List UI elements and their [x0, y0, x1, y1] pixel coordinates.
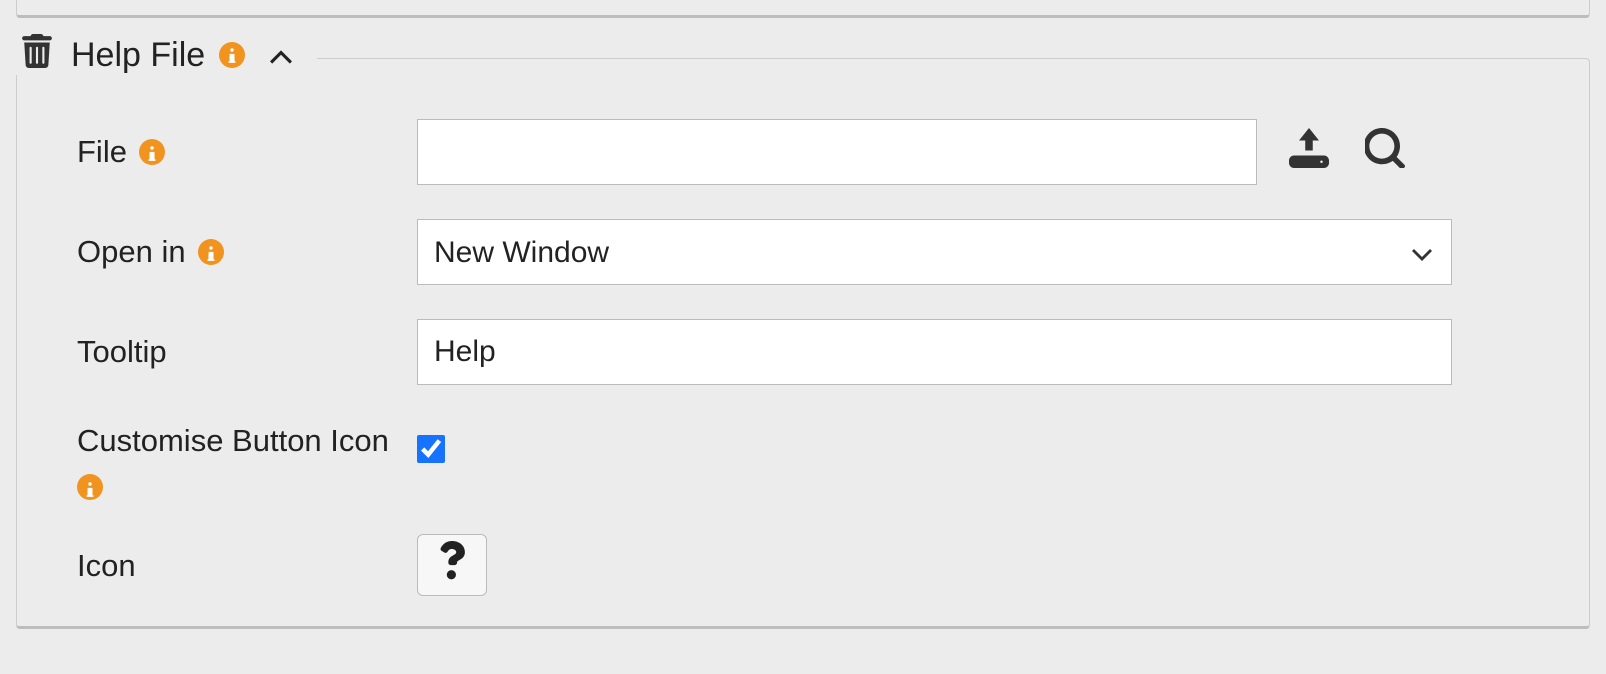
- icon-picker-button[interactable]: [417, 534, 487, 596]
- row-file: File: [77, 119, 1529, 185]
- info-icon: [228, 38, 236, 72]
- file-input[interactable]: [417, 119, 1257, 185]
- open-in-select[interactable]: New Window: [417, 219, 1452, 285]
- label-customise-button-icon-text: Customise Button Icon: [77, 419, 389, 462]
- file-info-button[interactable]: [139, 139, 165, 165]
- label-open-in: Open in: [77, 230, 417, 273]
- label-tooltip-text: Tooltip: [77, 330, 167, 373]
- collapse-panel-button[interactable]: [263, 37, 299, 73]
- file-browse-button[interactable]: [1361, 128, 1409, 176]
- label-icon-text: Icon: [77, 544, 136, 587]
- label-file-text: File: [77, 130, 127, 173]
- label-icon: Icon: [77, 544, 417, 587]
- panel-body: File: [77, 119, 1529, 596]
- label-tooltip: Tooltip: [77, 330, 417, 373]
- label-customise-button-icon: Customise Button Icon: [77, 419, 417, 500]
- row-customise-button-icon: Customise Button Icon: [77, 419, 1529, 500]
- search-icon: [1365, 128, 1405, 176]
- file-upload-button[interactable]: [1285, 128, 1333, 176]
- previous-panel-stub: [16, 0, 1590, 18]
- help-file-panel: Help File File: [16, 58, 1590, 629]
- panel-info-button[interactable]: [219, 42, 245, 68]
- delete-panel-button[interactable]: [17, 35, 57, 75]
- value-icon: [417, 534, 1529, 596]
- label-file: File: [77, 130, 417, 173]
- open-in-info-button[interactable]: [198, 239, 224, 265]
- panel-header: Help File: [11, 35, 317, 75]
- value-tooltip: [417, 319, 1529, 385]
- open-in-select-wrap: New Window: [417, 219, 1452, 285]
- info-icon: [207, 230, 215, 273]
- value-customise-button-icon: [417, 419, 1529, 463]
- tooltip-input[interactable]: [417, 319, 1452, 385]
- value-open-in: New Window: [417, 219, 1529, 285]
- customise-button-icon-checkbox[interactable]: [417, 435, 445, 463]
- info-icon: [148, 130, 156, 173]
- customise-button-icon-info-button[interactable]: [77, 474, 103, 500]
- trash-icon: [22, 34, 52, 76]
- label-open-in-text: Open in: [77, 230, 186, 273]
- row-icon: Icon: [77, 534, 1529, 596]
- chevron-up-icon: [270, 38, 292, 72]
- panel-title: Help File: [71, 36, 205, 75]
- upload-icon: [1289, 128, 1329, 176]
- info-icon: [86, 466, 94, 509]
- value-file: [417, 119, 1529, 185]
- row-tooltip: Tooltip: [77, 319, 1529, 385]
- row-open-in: Open in New Window: [77, 219, 1529, 285]
- question-icon: [439, 541, 465, 590]
